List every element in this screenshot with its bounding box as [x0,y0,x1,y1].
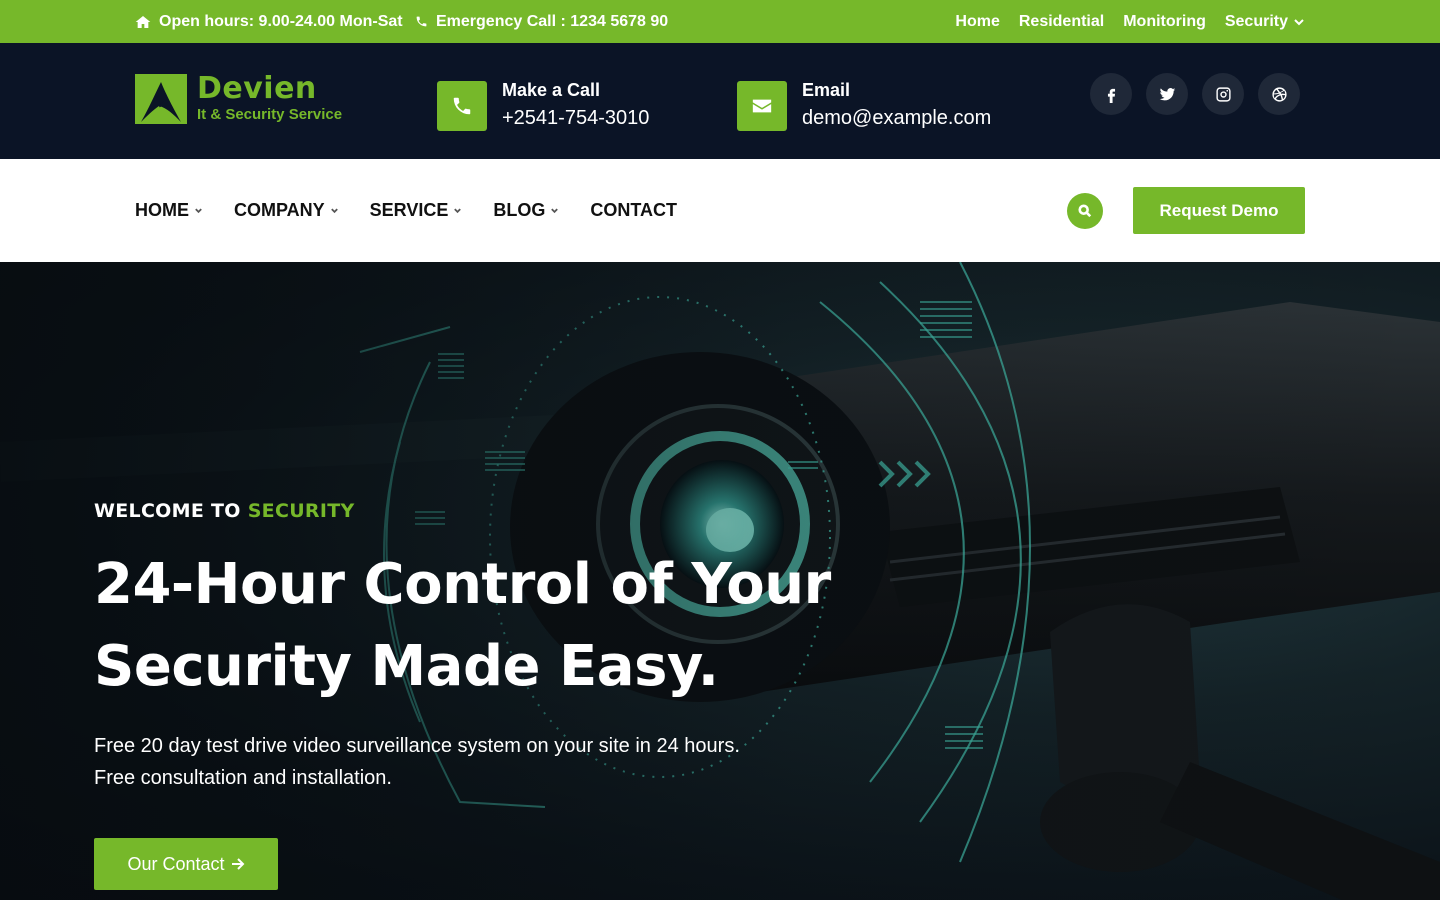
call-box[interactable]: Make a Call +2541-754-3010 [437,78,649,134]
chevron-down-icon [330,208,338,214]
menu-item-contact-label: CONTACT [590,200,678,220]
call-number[interactable]: +2541-754-3010 [502,102,649,134]
facebook-link[interactable] [1090,73,1132,115]
social-links [1090,73,1300,115]
facebook-icon [1107,88,1115,103]
hero-headline-line-1: 24-Hour Control of Your [94,552,831,617]
hero-headline-line-2: Security Made Easy. [94,634,719,699]
top-nav-home[interactable]: Home [955,13,999,31]
header: Devien It & Security Service Make a Call… [0,43,1440,159]
phone-icon [453,97,471,115]
hero-kicker: WELCOME TO SECURITY [94,500,854,522]
emergency-call-text: Emergency Call : 1234 5678 90 [436,12,669,30]
twitter-icon [1159,87,1175,100]
welcome-highlight: SECURITY [247,500,355,522]
hero-subtitle-line-1: Free 20 day test drive video surveillanc… [94,735,740,757]
top-nav: Home Residential Monitoring Security [955,0,1305,43]
request-demo-button[interactable]: Request Demo [1133,187,1305,234]
chevron-down-icon [454,208,462,214]
home-icon [135,15,151,28]
top-nav-security-label: Security [1224,12,1288,30]
email-icon-box [737,81,787,131]
menu-item-blog[interactable]: BLOG [493,200,559,221]
phone-icon [416,16,427,27]
top-nav-residential[interactable]: Residential [1019,13,1104,31]
twitter-link[interactable] [1146,73,1188,115]
menu-item-company[interactable]: COMPANY [234,200,339,221]
hero-subtitle: Free 20 day test drive video surveillanc… [94,730,794,794]
dribbble-icon [1271,86,1287,102]
envelope-icon [752,99,772,113]
hero-headline: 24-Hour Control of Your Security Made Ea… [94,544,854,708]
our-contact-button[interactable]: Our Contact [94,838,278,890]
email-address[interactable]: demo@example.com [802,102,991,134]
logo-mark-icon [135,74,187,124]
instagram-link[interactable] [1202,73,1244,115]
top-nav-monitoring[interactable]: Monitoring [1123,13,1206,31]
email-box[interactable]: Email demo@example.com [737,78,991,134]
our-contact-label: Our Contact [127,853,225,874]
call-icon-box [437,81,487,131]
brand-tagline: It & Security Service [197,106,343,123]
chevron-down-icon [195,208,202,214]
hero-subtitle-line-2: Free consultation and installation. [94,767,392,789]
top-bar: Open hours: 9.00-24.00 Mon-Sat Emergency… [0,0,1440,43]
emergency-call[interactable]: Emergency Call : 1234 5678 90 [415,0,668,43]
search-button[interactable] [1067,193,1103,229]
instagram-icon [1215,86,1231,102]
menu-item-service-label: SERVICE [369,200,449,220]
call-label: Make a Call [502,80,601,100]
welcome-prefix: WELCOME TO [94,500,241,522]
open-hours-text: Open hours: 9.00-24.00 Mon-Sat [159,12,403,30]
chevron-down-icon [1294,18,1304,25]
main-nav: HOME COMPANY SERVICE BLOG CONTACT Reques… [0,159,1440,262]
menu-item-company-label: COMPANY [234,200,325,220]
open-hours: Open hours: 9.00-24.00 Mon-Sat [135,0,403,43]
dribbble-link[interactable] [1258,73,1300,115]
menu-item-contact[interactable]: CONTACT [590,200,677,221]
search-icon [1078,204,1092,218]
main-menu: HOME COMPANY SERVICE BLOG CONTACT [135,159,677,262]
hero-content: WELCOME TO SECURITY 24-Hour Control of Y… [94,500,854,890]
hero-section: WELCOME TO SECURITY 24-Hour Control of Y… [0,262,1440,900]
logo[interactable]: Devien It & Security Service [135,73,342,125]
menu-item-home[interactable]: HOME [135,200,203,221]
brand-name: Devien [197,71,317,106]
menu-item-service[interactable]: SERVICE [370,200,463,221]
menu-item-blog-label: BLOG [493,200,546,220]
chevron-down-icon [551,208,559,214]
email-label: Email [802,80,851,100]
arrow-right-icon [231,858,244,870]
menu-item-home-label: HOME [135,200,189,220]
top-nav-security[interactable]: Security [1225,13,1305,31]
